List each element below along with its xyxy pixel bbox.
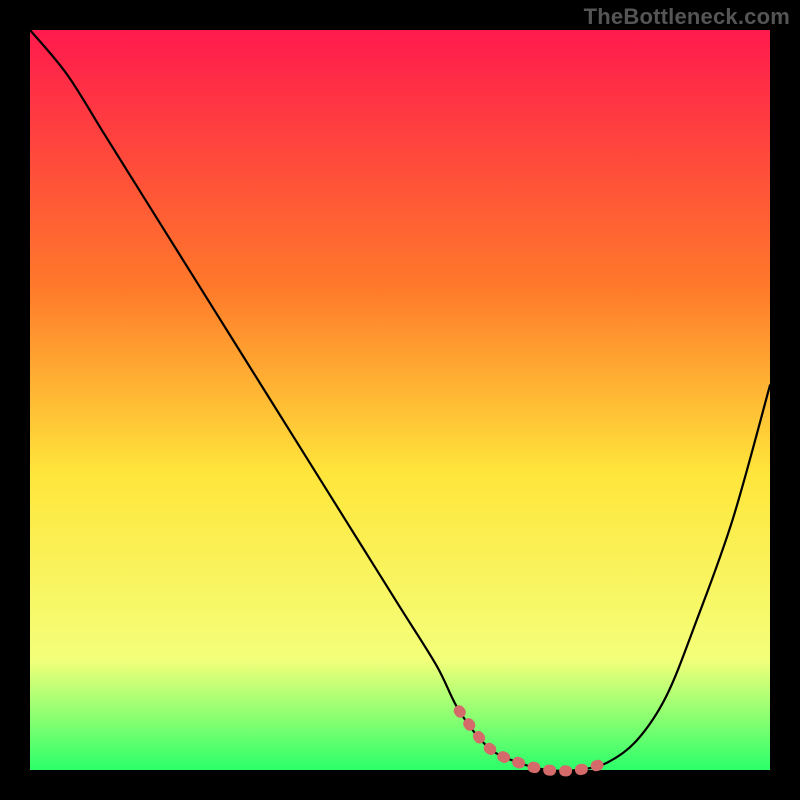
watermark-text: TheBottleneck.com bbox=[584, 4, 790, 30]
chart-frame: { "watermark": "TheBottleneck.com", "col… bbox=[0, 0, 800, 800]
bottleneck-chart bbox=[0, 0, 800, 800]
gradient-background bbox=[30, 30, 770, 770]
